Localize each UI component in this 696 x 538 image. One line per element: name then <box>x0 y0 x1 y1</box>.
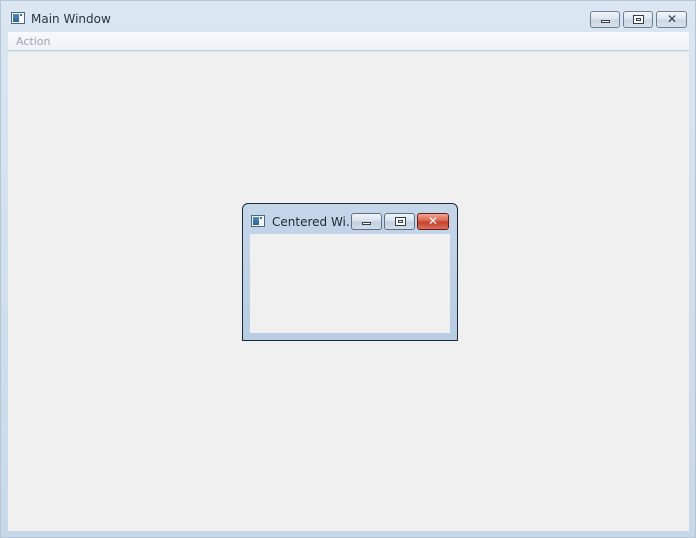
menu-bar: Action <box>8 32 689 51</box>
child-minimize-button[interactable] <box>351 213 382 230</box>
main-close-button[interactable]: ✕ <box>656 11 687 28</box>
centered-window-title: Centered Wi... <box>272 215 358 229</box>
menu-item-action[interactable]: Action <box>16 35 50 48</box>
minimize-icon <box>362 222 371 225</box>
main-minimize-button[interactable] <box>590 11 620 28</box>
centered-window-client-area <box>250 234 450 333</box>
maximize-icon <box>395 217 406 226</box>
app-window-icon[interactable] <box>251 215 265 227</box>
app-window-icon[interactable] <box>11 12 25 24</box>
maximize-icon <box>633 15 644 24</box>
close-icon: ✕ <box>666 12 678 26</box>
main-window-titlebar[interactable]: Main Window ✕ <box>1 1 695 31</box>
child-maximize-button[interactable] <box>384 213 415 230</box>
main-window-title: Main Window <box>31 12 111 26</box>
centered-window: Centered Wi... ✕ <box>242 203 458 341</box>
minimize-icon <box>601 20 610 23</box>
main-maximize-button[interactable] <box>623 11 653 28</box>
close-icon: ✕ <box>427 214 439 228</box>
child-close-button[interactable]: ✕ <box>417 213 449 230</box>
